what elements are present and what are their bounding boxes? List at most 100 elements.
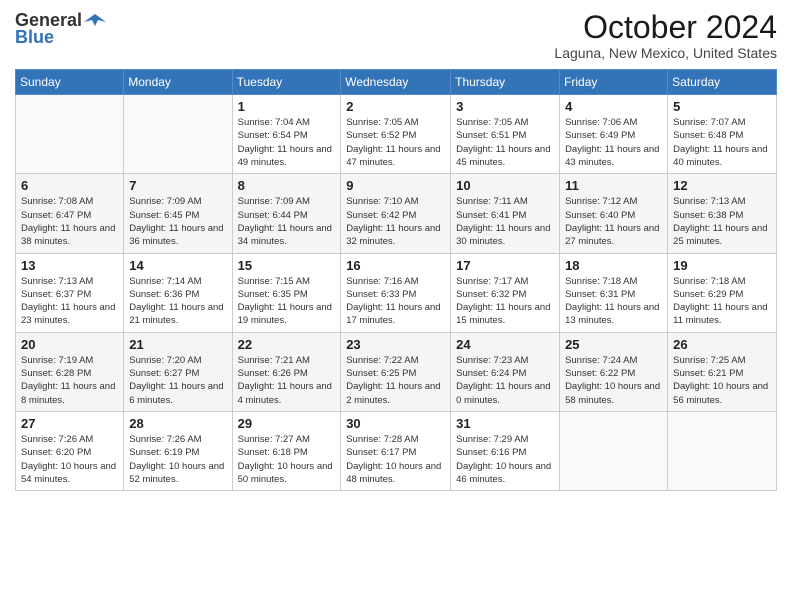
calendar-body: 1 Sunrise: 7:04 AM Sunset: 6:54 PM Daylig…: [16, 95, 777, 491]
day-number: 12: [673, 178, 771, 193]
calendar-cell: 10 Sunrise: 7:11 AM Sunset: 6:41 PM Dayli…: [451, 174, 560, 253]
calendar-cell: 26 Sunrise: 7:25 AM Sunset: 6:21 PM Dayli…: [668, 332, 777, 411]
calendar-cell: [124, 95, 232, 174]
logo: General Blue: [15, 10, 106, 48]
day-number: 15: [238, 258, 336, 273]
calendar-week-1: 1 Sunrise: 7:04 AM Sunset: 6:54 PM Daylig…: [16, 95, 777, 174]
day-info: Sunrise: 7:08 AM Sunset: 6:47 PM Dayligh…: [21, 195, 118, 248]
calendar-table: SundayMondayTuesdayWednesdayThursdayFrid…: [15, 69, 777, 491]
day-number: 5: [673, 99, 771, 114]
day-number: 26: [673, 337, 771, 352]
calendar-cell: 25 Sunrise: 7:24 AM Sunset: 6:22 PM Dayli…: [560, 332, 668, 411]
calendar-cell: 12Sunrise: 7:13 AM Sunset: 6:38 PM Dayli…: [668, 174, 777, 253]
day-info: Sunrise: 7:19 AM Sunset: 6:28 PM Dayligh…: [21, 354, 118, 407]
day-number: 21: [129, 337, 226, 352]
day-number: 11: [565, 178, 662, 193]
calendar-cell: [560, 411, 668, 490]
calendar-cell: 18 Sunrise: 7:18 AM Sunset: 6:31 PM Dayli…: [560, 253, 668, 332]
day-info: Sunrise: 7:24 AM Sunset: 6:22 PM Dayligh…: [565, 354, 662, 407]
calendar-cell: 5 Sunrise: 7:07 AM Sunset: 6:48 PM Daylig…: [668, 95, 777, 174]
calendar-cell: 6Sunrise: 7:08 AM Sunset: 6:47 PM Daylig…: [16, 174, 124, 253]
calendar-cell: 14Sunrise: 7:14 AM Sunset: 6:36 PM Dayli…: [124, 253, 232, 332]
day-info: Sunrise: 7:22 AM Sunset: 6:25 PM Dayligh…: [346, 354, 445, 407]
weekday-header-tuesday: Tuesday: [232, 70, 341, 95]
day-info: Sunrise: 7:13 AM Sunset: 6:37 PM Dayligh…: [21, 275, 118, 328]
calendar-cell: 24Sunrise: 7:23 AM Sunset: 6:24 PM Dayli…: [451, 332, 560, 411]
logo-bird-icon: [84, 12, 106, 30]
calendar-cell: 16 Sunrise: 7:16 AM Sunset: 6:33 PM Dayli…: [341, 253, 451, 332]
weekday-header-sunday: Sunday: [16, 70, 124, 95]
day-number: 18: [565, 258, 662, 273]
day-info: Sunrise: 7:10 AM Sunset: 6:42 PM Dayligh…: [346, 195, 445, 248]
day-info: Sunrise: 7:27 AM Sunset: 6:18 PM Dayligh…: [238, 433, 336, 486]
calendar-cell: 20Sunrise: 7:19 AM Sunset: 6:28 PM Dayli…: [16, 332, 124, 411]
day-info: Sunrise: 7:20 AM Sunset: 6:27 PM Dayligh…: [129, 354, 226, 407]
day-info: Sunrise: 7:06 AM Sunset: 6:49 PM Dayligh…: [565, 116, 662, 169]
month-title: October 2024: [554, 10, 777, 45]
day-number: 8: [238, 178, 336, 193]
day-info: Sunrise: 7:21 AM Sunset: 6:26 PM Dayligh…: [238, 354, 336, 407]
calendar-cell: [668, 411, 777, 490]
day-number: 2: [346, 99, 445, 114]
calendar-header: SundayMondayTuesdayWednesdayThursdayFrid…: [16, 70, 777, 95]
day-number: 13: [21, 258, 118, 273]
day-info: Sunrise: 7:25 AM Sunset: 6:21 PM Dayligh…: [673, 354, 771, 407]
day-number: 17: [456, 258, 554, 273]
day-number: 16: [346, 258, 445, 273]
day-info: Sunrise: 7:29 AM Sunset: 6:16 PM Dayligh…: [456, 433, 554, 486]
weekday-header-saturday: Saturday: [668, 70, 777, 95]
calendar-cell: 31 Sunrise: 7:29 AM Sunset: 6:16 PM Dayli…: [451, 411, 560, 490]
day-number: 29: [238, 416, 336, 431]
weekday-header-friday: Friday: [560, 70, 668, 95]
day-info: Sunrise: 7:18 AM Sunset: 6:31 PM Dayligh…: [565, 275, 662, 328]
day-number: 23: [346, 337, 445, 352]
day-info: Sunrise: 7:26 AM Sunset: 6:19 PM Dayligh…: [129, 433, 226, 486]
calendar-cell: 3 Sunrise: 7:05 AM Sunset: 6:51 PM Daylig…: [451, 95, 560, 174]
day-info: Sunrise: 7:12 AM Sunset: 6:40 PM Dayligh…: [565, 195, 662, 248]
calendar-cell: 21 Sunrise: 7:20 AM Sunset: 6:27 PM Dayli…: [124, 332, 232, 411]
day-number: 1: [238, 99, 336, 114]
calendar-week-2: 6Sunrise: 7:08 AM Sunset: 6:47 PM Daylig…: [16, 174, 777, 253]
calendar-cell: 23 Sunrise: 7:22 AM Sunset: 6:25 PM Dayli…: [341, 332, 451, 411]
weekday-header-monday: Monday: [124, 70, 232, 95]
location-text: Laguna, New Mexico, United States: [554, 45, 777, 61]
calendar-cell: 8 Sunrise: 7:09 AM Sunset: 6:44 PM Daylig…: [232, 174, 341, 253]
day-info: Sunrise: 7:07 AM Sunset: 6:48 PM Dayligh…: [673, 116, 771, 169]
calendar-cell: 9 Sunrise: 7:10 AM Sunset: 6:42 PM Daylig…: [341, 174, 451, 253]
day-number: 10: [456, 178, 554, 193]
calendar-cell: 30 Sunrise: 7:28 AM Sunset: 6:17 PM Dayli…: [341, 411, 451, 490]
day-number: 4: [565, 99, 662, 114]
day-number: 31: [456, 416, 554, 431]
calendar-week-3: 13 Sunrise: 7:13 AM Sunset: 6:37 PM Dayli…: [16, 253, 777, 332]
calendar-cell: 19Sunrise: 7:18 AM Sunset: 6:29 PM Dayli…: [668, 253, 777, 332]
day-number: 25: [565, 337, 662, 352]
logo-blue-text: Blue: [15, 27, 54, 48]
calendar-cell: 2Sunrise: 7:05 AM Sunset: 6:52 PM Daylig…: [341, 95, 451, 174]
calendar-cell: 29 Sunrise: 7:27 AM Sunset: 6:18 PM Dayli…: [232, 411, 341, 490]
day-number: 14: [129, 258, 226, 273]
weekday-header-row: SundayMondayTuesdayWednesdayThursdayFrid…: [16, 70, 777, 95]
day-info: Sunrise: 7:17 AM Sunset: 6:32 PM Dayligh…: [456, 275, 554, 328]
day-info: Sunrise: 7:09 AM Sunset: 6:44 PM Dayligh…: [238, 195, 336, 248]
day-info: Sunrise: 7:11 AM Sunset: 6:41 PM Dayligh…: [456, 195, 554, 248]
day-info: Sunrise: 7:26 AM Sunset: 6:20 PM Dayligh…: [21, 433, 118, 486]
day-number: 7: [129, 178, 226, 193]
day-info: Sunrise: 7:05 AM Sunset: 6:51 PM Dayligh…: [456, 116, 554, 169]
calendar-cell: 4 Sunrise: 7:06 AM Sunset: 6:49 PM Daylig…: [560, 95, 668, 174]
day-info: Sunrise: 7:16 AM Sunset: 6:33 PM Dayligh…: [346, 275, 445, 328]
calendar-week-4: 20Sunrise: 7:19 AM Sunset: 6:28 PM Dayli…: [16, 332, 777, 411]
day-number: 3: [456, 99, 554, 114]
day-number: 28: [129, 416, 226, 431]
calendar-cell: [16, 95, 124, 174]
day-number: 9: [346, 178, 445, 193]
day-number: 24: [456, 337, 554, 352]
calendar-cell: 27Sunrise: 7:26 AM Sunset: 6:20 PM Dayli…: [16, 411, 124, 490]
day-info: Sunrise: 7:04 AM Sunset: 6:54 PM Dayligh…: [238, 116, 336, 169]
calendar-cell: 13 Sunrise: 7:13 AM Sunset: 6:37 PM Dayli…: [16, 253, 124, 332]
day-info: Sunrise: 7:28 AM Sunset: 6:17 PM Dayligh…: [346, 433, 445, 486]
day-number: 30: [346, 416, 445, 431]
title-block: October 2024 Laguna, New Mexico, United …: [554, 10, 777, 61]
day-info: Sunrise: 7:15 AM Sunset: 6:35 PM Dayligh…: [238, 275, 336, 328]
calendar-cell: 11 Sunrise: 7:12 AM Sunset: 6:40 PM Dayli…: [560, 174, 668, 253]
day-number: 22: [238, 337, 336, 352]
